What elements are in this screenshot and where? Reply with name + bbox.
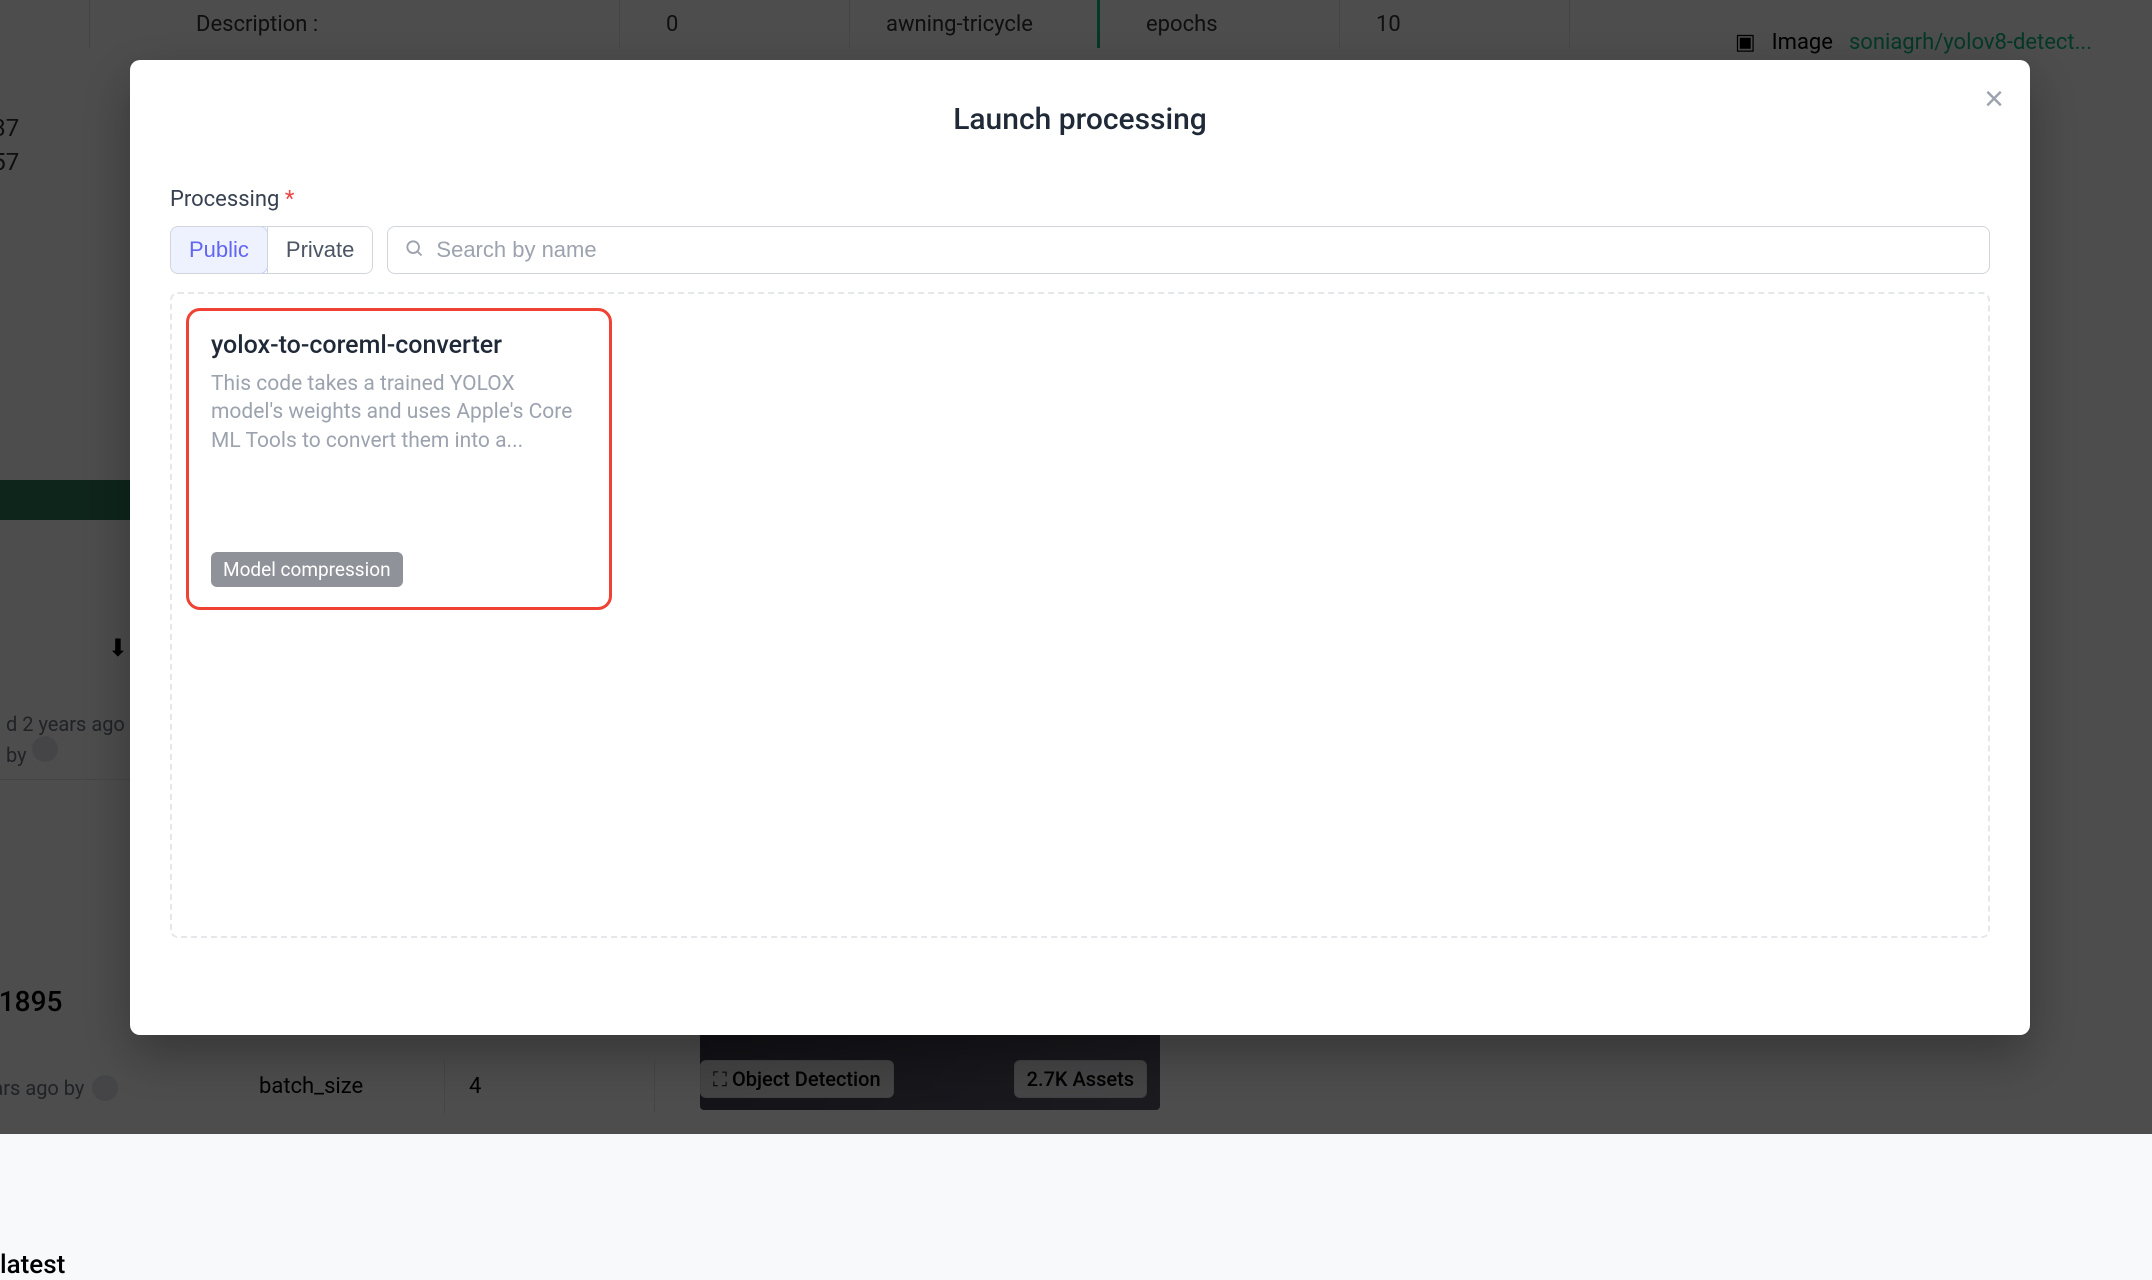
card-description: This code takes a trained YOLOX model's … (211, 370, 587, 455)
search-input[interactable] (436, 237, 1973, 263)
visibility-toggle: Public Private (170, 226, 373, 274)
processing-label: Processing * (170, 187, 1990, 212)
modal-title: Launch processing (170, 102, 1990, 137)
tab-public[interactable]: Public (170, 226, 268, 274)
processing-card-yolox[interactable]: yolox-to-coreml-converter This code take… (186, 308, 612, 610)
close-button[interactable]: × (1984, 82, 2004, 116)
search-icon (404, 238, 424, 263)
filter-row: Public Private (170, 226, 1990, 274)
cards-area: yolox-to-coreml-converter This code take… (170, 292, 1990, 938)
card-tags: Model compression (211, 552, 587, 587)
search-wrap[interactable] (387, 226, 1990, 274)
latest-label: latest (0, 1250, 65, 1280)
tab-private[interactable]: Private (267, 227, 372, 273)
launch-processing-modal: × Launch processing Processing * Public … (130, 60, 2030, 1035)
tag-model-compression: Model compression (211, 552, 403, 587)
required-mark: * (285, 187, 294, 212)
card-title: yolox-to-coreml-converter (211, 331, 587, 360)
